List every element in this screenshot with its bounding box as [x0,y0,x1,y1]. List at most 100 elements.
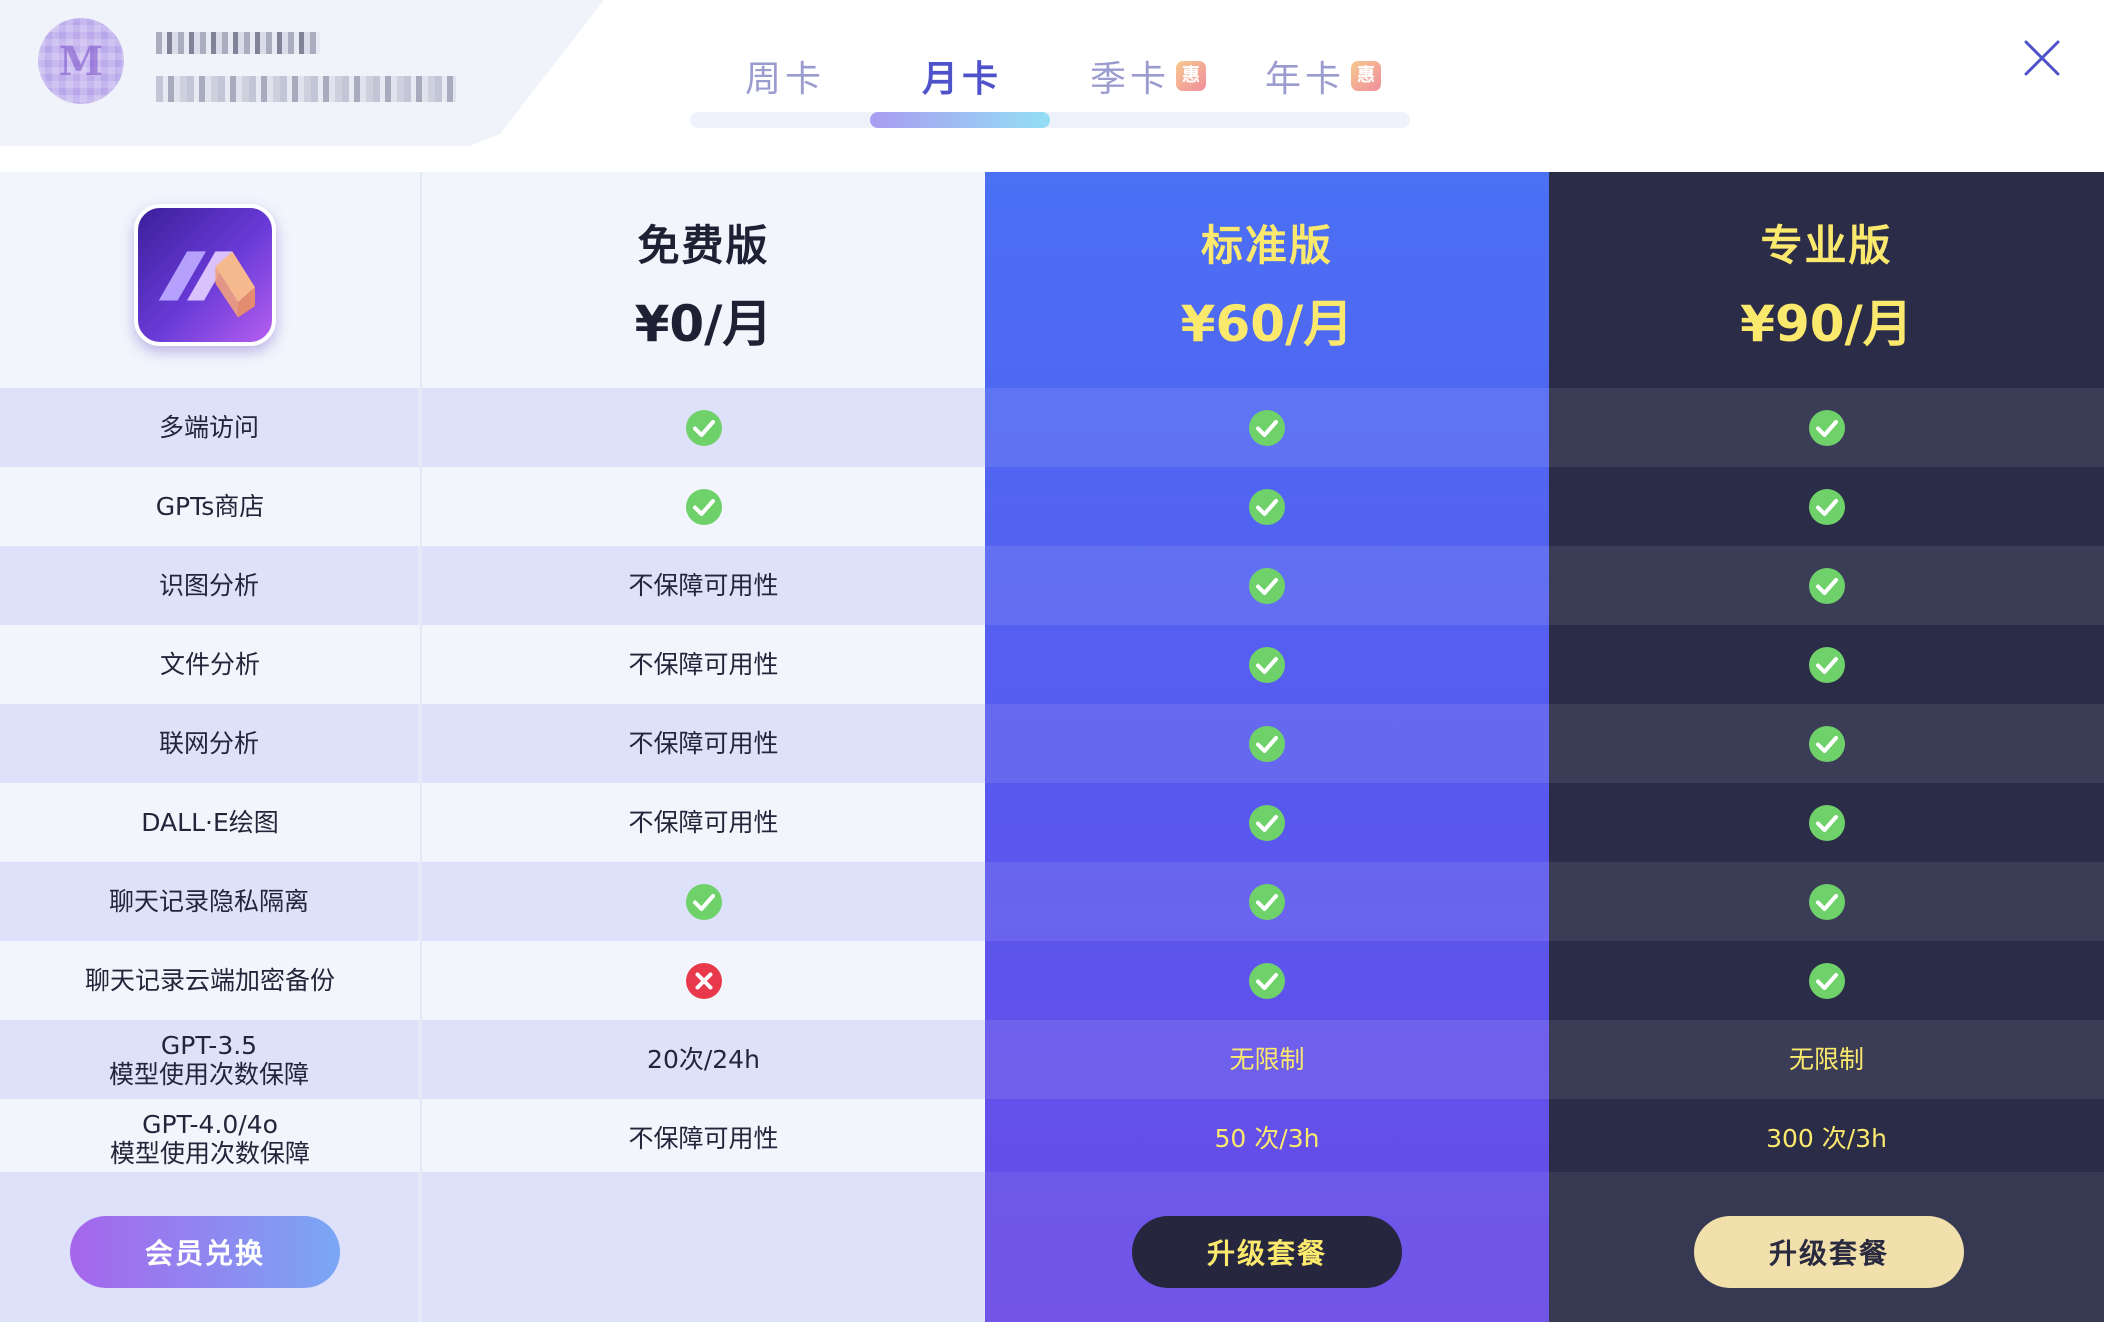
plan-feature-cell: 不保障可用性 [422,546,985,625]
plan-feature-cell [1549,546,2104,625]
tab-monthly[interactable]: 月卡 [922,46,1002,106]
feature-row: 多端访问 [0,388,420,467]
check-icon [1808,488,1845,525]
tab-weekly-label: 周卡 [745,59,826,100]
plan-feature-cell: 不保障可用性 [422,625,985,704]
discount-badge: 惠 [1176,61,1207,91]
upgrade-pro-button[interactable]: 升级套餐 [1694,1216,1964,1288]
plan-feature-cell [985,388,1549,467]
billing-period-tabs: 周卡 月卡 季卡 惠 年卡 惠 [690,46,1410,136]
plan-free-column: 免费版 ¥0/月 不保障可用性 不保障可用性 不保障可用性 不保障可用性 20次/24h… [420,172,985,1322]
tab-yearly[interactable]: 年卡 惠 [1265,46,1382,106]
feature-label-line2: 模型使用次数保障 [109,1138,310,1168]
plan-feature-cell: 无限制 [985,1020,1549,1099]
avatar-letter: M [58,37,104,85]
close-button[interactable] [2022,38,2062,78]
plan-feature-cell [1549,467,2104,546]
plan-feature-cell [1549,388,2104,467]
redeem-membership-button[interactable]: 会员兑换 [70,1216,340,1288]
plan-feature-value: 不保障可用性 [628,729,779,758]
feature-label-line1: GPT-4.0/4o [142,1109,278,1139]
tab-quarterly[interactable]: 季卡 惠 [1090,46,1207,106]
plan-feature-cell: 不保障可用性 [422,704,985,783]
plan-feature-cell [985,467,1549,546]
app-logo-icon [158,251,256,318]
feature-label: 聊天记录隐私隔离 [108,887,309,916]
feature-row: GPT-4.0/4o 模型使用次数保障 [0,1099,420,1178]
check-icon [1808,804,1845,841]
check-icon [1249,409,1285,446]
check-icon [1249,567,1285,604]
feature-label: 聊天记录云端加密备份 [84,966,335,995]
feature-row: 聊天记录云端加密备份 [0,941,420,1020]
plan-standard-footer: 升级套餐 [985,1172,1549,1322]
check-icon [1808,962,1845,999]
plan-feature-value: 不保障可用性 [628,650,779,679]
user-panel: M [0,0,604,146]
tab-weekly[interactable]: 周卡 [745,46,825,106]
plan-feature-cell: 不保障可用性 [422,783,985,862]
plan-feature-cell [1549,862,2104,941]
close-icon [2024,40,2060,76]
check-icon [1249,962,1285,999]
plan-free-name: 免费版 [637,221,770,270]
plan-feature-cell: 无限制 [1549,1020,2104,1099]
plan-feature-cell [985,546,1549,625]
check-icon [1808,567,1845,604]
feature-label: 多端访问 [158,413,259,442]
plan-feature-cell [1549,704,2104,783]
plan-feature-value: 50 次/3h [1214,1124,1320,1153]
tab-yearly-label: 年卡 [1265,59,1346,100]
check-icon [685,488,722,525]
plan-standard-head: 标准版 ¥60/月 [985,172,1549,388]
feature-row: GPT-3.5 模型使用次数保障 [0,1020,420,1099]
plan-feature-cell [985,862,1549,941]
check-icon [1249,488,1285,525]
header: M 周卡 月卡 季卡 惠 年卡 惠 [0,0,2104,172]
plan-feature-cell: 300 次/3h [1549,1099,2104,1178]
plan-pro-footer: 升级套餐 [1549,1172,2104,1322]
check-icon [1249,725,1285,762]
feature-row: GPTs商店 [0,467,420,546]
feature-label: GPT-4.0/4o 模型使用次数保障 [110,1110,310,1168]
plan-feature-value: 不保障可用性 [628,808,779,837]
plan-pro-rows: 无限制 300 次/3h [1549,388,2104,1178]
plan-feature-cell [985,625,1549,704]
feature-label: GPTs商店 [155,492,265,521]
check-icon [1808,883,1845,920]
plan-pro-name: 专业版 [1760,221,1893,270]
check-icon [685,883,722,920]
upgrade-standard-button[interactable]: 升级套餐 [1132,1216,1402,1288]
check-icon [1249,646,1285,683]
feature-label: GPT-3.5 模型使用次数保障 [109,1031,309,1089]
plan-feature-cell: 50 次/3h [985,1099,1549,1178]
feature-label: 文件分析 [159,650,260,679]
features-head [0,172,420,388]
plan-feature-value: 无限制 [1788,1045,1864,1074]
plan-free-footer [422,1172,985,1322]
check-icon [685,409,722,446]
feature-label: 识图分析 [158,571,259,600]
tab-quarterly-label: 季卡 [1090,59,1171,100]
feature-label-line1: GPT-3.5 [160,1030,258,1060]
plan-feature-cell [422,862,985,941]
check-icon [1249,883,1285,920]
feature-label: DALL·E绘图 [141,808,279,837]
plan-standard-rows: 无限制 50 次/3h [985,388,1549,1178]
plan-feature-cell [1549,625,2104,704]
plan-feature-cell [422,467,985,546]
plan-feature-cell [422,941,985,1020]
feature-rows: 多端访问 GPTs商店 识图分析 文件分析 联网分析 DALL·E绘图 聊天记录… [0,388,420,1178]
feature-row: 文件分析 [0,625,420,704]
discount-badge: 惠 [1351,61,1382,91]
plan-standard-price: ¥60/月 [1180,295,1354,353]
plan-feature-cell [985,704,1549,783]
feature-row: 聊天记录隐私隔离 [0,862,420,941]
avatar[interactable]: M [38,18,124,104]
plan-free-price: ¥0/月 [634,295,773,353]
check-icon [1808,725,1845,762]
plan-feature-value: 无限制 [1229,1045,1305,1074]
account-id-redacted [156,76,456,102]
tab-track [690,112,1410,128]
feature-row: 联网分析 [0,704,420,783]
